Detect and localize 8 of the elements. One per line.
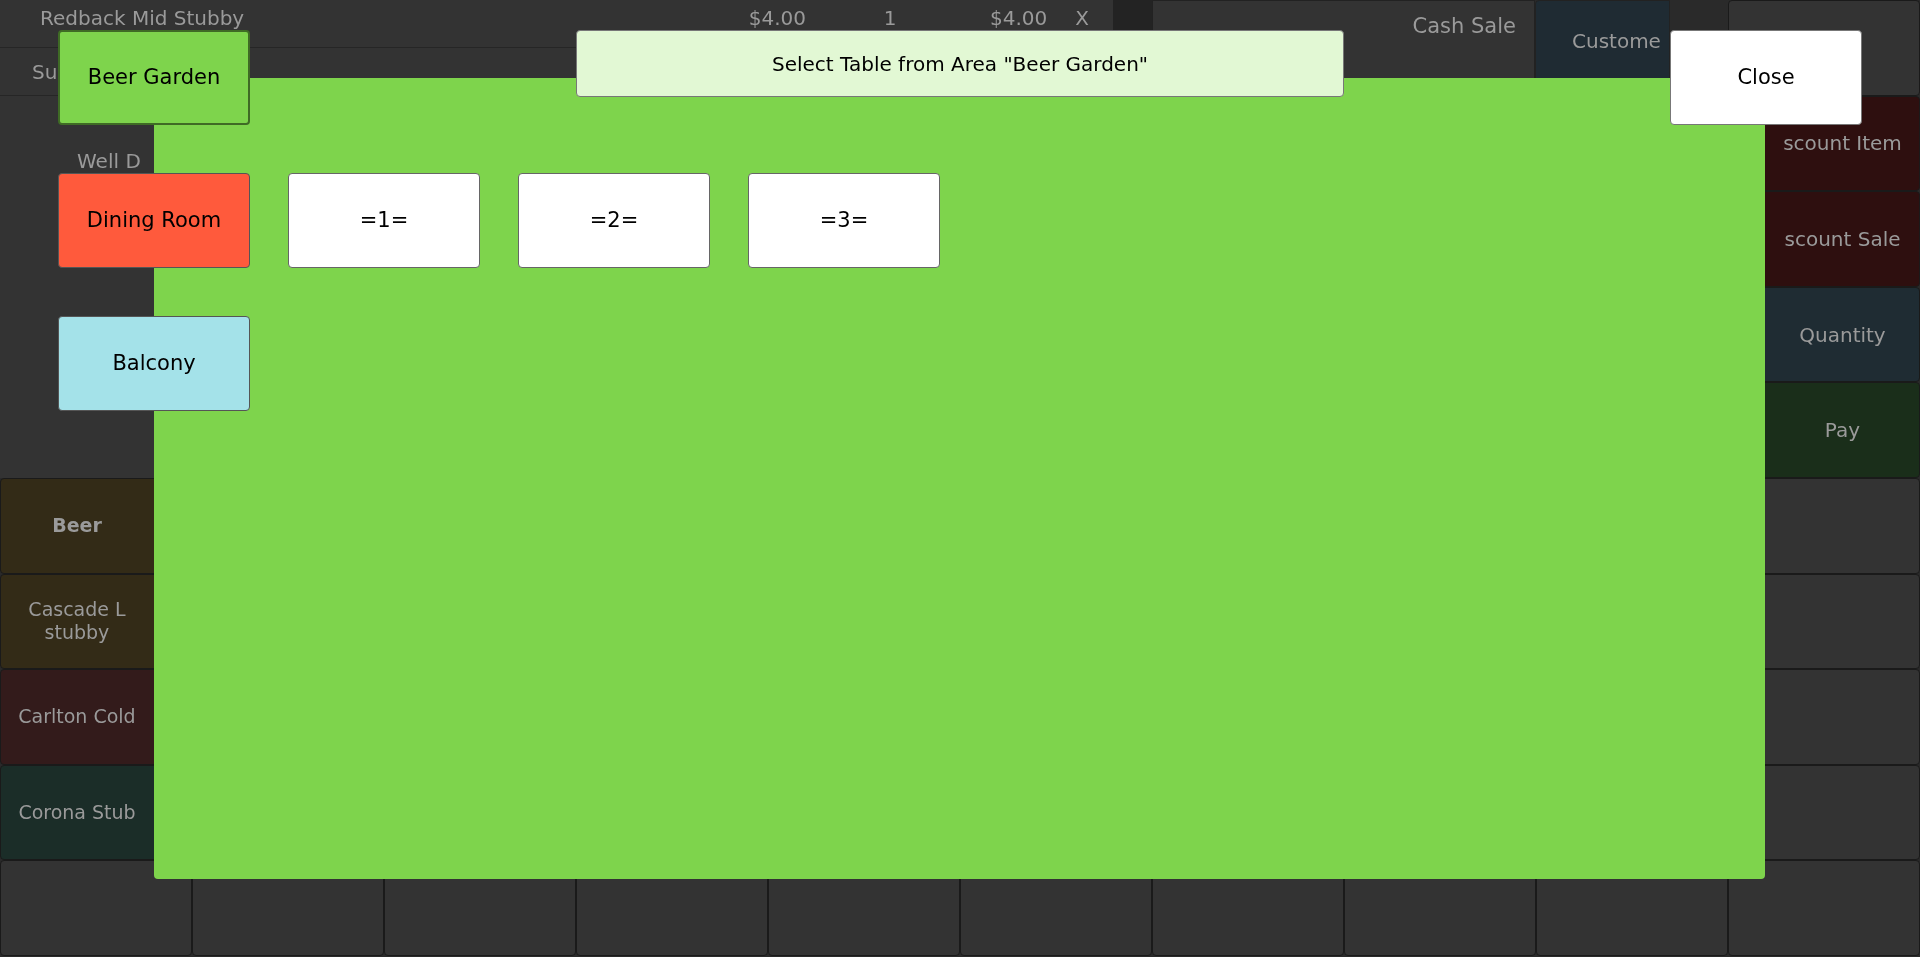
dialog-title: Select Table from Area "Beer Garden" bbox=[576, 30, 1344, 97]
order-item-price: $4.00 bbox=[747, 8, 806, 28]
order-item-quantity: 1 bbox=[882, 8, 898, 28]
order-item-name: Su bbox=[31, 59, 58, 82]
sale-type-label: Cash Sale bbox=[1412, 13, 1516, 40]
modifier-line: Well D bbox=[76, 148, 141, 175]
order-item-total: $4.00 bbox=[990, 8, 1049, 28]
order-item-name: Redback Mid Stubby bbox=[39, 8, 245, 28]
